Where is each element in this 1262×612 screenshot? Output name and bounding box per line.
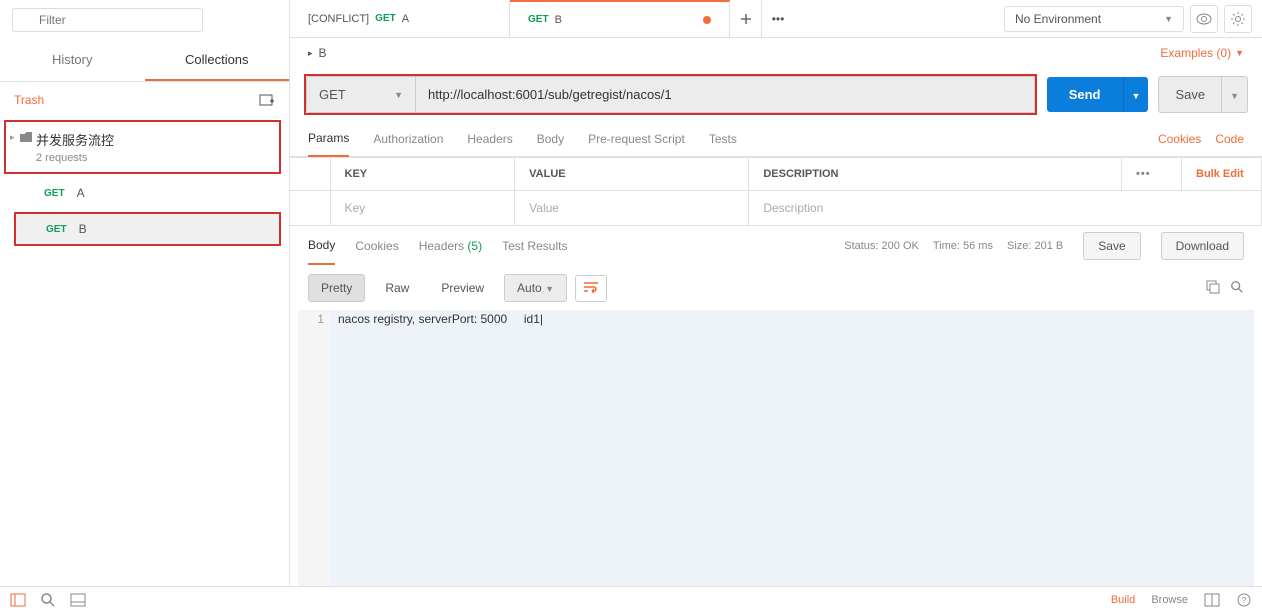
method-badge: GET bbox=[375, 13, 396, 24]
environment-select[interactable]: No Environment ▼ bbox=[1004, 6, 1184, 32]
breadcrumb[interactable]: ▸ B bbox=[308, 46, 327, 60]
more-icon[interactable]: ••• bbox=[1136, 168, 1151, 180]
response-save-button[interactable]: Save bbox=[1083, 232, 1140, 260]
col-value: VALUE bbox=[515, 158, 749, 191]
chevron-down-icon: ▼ bbox=[1132, 91, 1141, 101]
browse-link[interactable]: Browse bbox=[1151, 594, 1188, 606]
resp-tab-tests[interactable]: Test Results bbox=[502, 228, 567, 264]
line-number: 1 bbox=[298, 310, 330, 586]
tab-authorization[interactable]: Authorization bbox=[373, 122, 443, 156]
chevron-down-icon: ▼ bbox=[394, 90, 403, 100]
desc-input[interactable]: Description bbox=[749, 191, 1262, 226]
filter-input[interactable] bbox=[12, 8, 203, 32]
url-input[interactable] bbox=[416, 76, 1035, 113]
chevron-down-icon: ▼ bbox=[545, 284, 554, 294]
tab-tests[interactable]: Tests bbox=[709, 122, 737, 156]
send-options-button[interactable]: ▼ bbox=[1123, 77, 1149, 112]
svg-text:?: ? bbox=[1242, 596, 1247, 605]
resp-tab-headers[interactable]: Headers (5) bbox=[419, 228, 482, 264]
tab-options-button[interactable]: ••• bbox=[762, 0, 794, 37]
download-button[interactable]: Download bbox=[1161, 232, 1244, 260]
settings-button[interactable] bbox=[1224, 5, 1252, 33]
tab-headers[interactable]: Headers bbox=[467, 122, 512, 156]
view-preview-button[interactable]: Preview bbox=[429, 275, 496, 301]
tab-params[interactable]: Params bbox=[308, 121, 349, 157]
headers-count: (5) bbox=[467, 239, 482, 253]
request-item-b[interactable]: GET B bbox=[14, 212, 281, 246]
build-link[interactable]: Build bbox=[1111, 594, 1135, 606]
method-badge: GET bbox=[46, 224, 67, 235]
size-value: 201 B bbox=[1035, 240, 1064, 252]
chevron-down-icon: ▼ bbox=[1164, 14, 1173, 24]
view-pretty-button[interactable]: Pretty bbox=[308, 274, 365, 302]
chevron-down-icon: ▼ bbox=[1235, 48, 1244, 58]
tab-history[interactable]: History bbox=[0, 40, 145, 81]
resp-tab-cookies[interactable]: Cookies bbox=[355, 228, 398, 264]
request-name: B bbox=[79, 222, 87, 236]
resp-tab-body[interactable]: Body bbox=[308, 227, 335, 265]
tab-body[interactable]: Body bbox=[537, 122, 564, 156]
request-tab-b[interactable]: GET B bbox=[510, 0, 730, 37]
col-key: KEY bbox=[330, 158, 515, 191]
send-button[interactable]: Send bbox=[1047, 77, 1123, 112]
status-value: 200 OK bbox=[882, 240, 919, 252]
conflict-label: [CONFLICT] bbox=[308, 13, 369, 25]
request-item-a[interactable]: GET A bbox=[14, 178, 281, 208]
bulk-edit-button[interactable]: Bulk Edit bbox=[1182, 158, 1262, 191]
examples-button[interactable]: Examples (0) ▼ bbox=[1160, 46, 1244, 60]
value-input[interactable]: Value bbox=[515, 191, 749, 226]
collection-name: 并发服务流控 bbox=[36, 130, 269, 149]
response-body-area[interactable]: 1 nacos registry, serverPort: 5000 id1 bbox=[290, 310, 1262, 586]
copy-icon[interactable] bbox=[1206, 280, 1220, 297]
view-raw-button[interactable]: Raw bbox=[373, 275, 421, 301]
response-text: nacos registry, serverPort: 5000 id1 bbox=[330, 310, 1254, 586]
sidebar-toggle-icon[interactable] bbox=[10, 592, 26, 608]
method-select[interactable]: GET ▼ bbox=[306, 76, 416, 113]
chevron-right-icon: ▸ bbox=[308, 48, 313, 59]
col-desc: DESCRIPTION bbox=[749, 158, 1122, 191]
console-icon[interactable] bbox=[70, 592, 86, 608]
search-response-icon[interactable] bbox=[1230, 280, 1244, 297]
new-collection-icon[interactable] bbox=[259, 92, 275, 108]
params-table: KEY VALUE DESCRIPTION ••• Bulk Edit Key … bbox=[290, 157, 1262, 226]
collection-item[interactable]: 并发服务流控 2 requests bbox=[4, 120, 281, 174]
collection-count: 2 requests bbox=[36, 152, 269, 164]
chevron-down-icon: ▼ bbox=[1230, 91, 1239, 101]
tab-prerequest[interactable]: Pre-request Script bbox=[588, 122, 685, 156]
request-name: A bbox=[77, 186, 85, 200]
save-options-button[interactable]: ▼ bbox=[1222, 76, 1248, 113]
cookies-link[interactable]: Cookies bbox=[1158, 132, 1201, 146]
sidebar: History Collections Trash 并发服务流控 2 reque… bbox=[0, 0, 290, 586]
topbar: [CONFLICT] GET A GET B ••• No Environmen… bbox=[290, 0, 1262, 38]
new-tab-button[interactable] bbox=[730, 0, 762, 37]
key-input[interactable]: Key bbox=[330, 191, 515, 226]
method-badge: GET bbox=[528, 14, 549, 25]
tab-collections[interactable]: Collections bbox=[145, 40, 290, 81]
format-select[interactable]: Auto ▼ bbox=[504, 274, 567, 302]
find-icon[interactable] bbox=[40, 592, 56, 608]
help-icon[interactable]: ? bbox=[1236, 592, 1252, 608]
tab-label: B bbox=[555, 14, 562, 26]
footer: Build Browse ? bbox=[0, 586, 1262, 612]
code-link[interactable]: Code bbox=[1215, 132, 1244, 146]
request-tab-a[interactable]: [CONFLICT] GET A bbox=[290, 0, 510, 37]
two-pane-icon[interactable] bbox=[1204, 592, 1220, 608]
folder-icon bbox=[20, 132, 32, 142]
save-button[interactable]: Save bbox=[1158, 76, 1222, 113]
tab-label: A bbox=[402, 13, 409, 25]
method-badge: GET bbox=[44, 188, 65, 199]
wrap-button[interactable] bbox=[575, 275, 607, 302]
time-value: 56 ms bbox=[963, 240, 993, 252]
trash-link[interactable]: Trash bbox=[14, 93, 44, 107]
unsaved-dot-icon bbox=[703, 16, 711, 24]
env-preview-button[interactable] bbox=[1190, 5, 1218, 33]
